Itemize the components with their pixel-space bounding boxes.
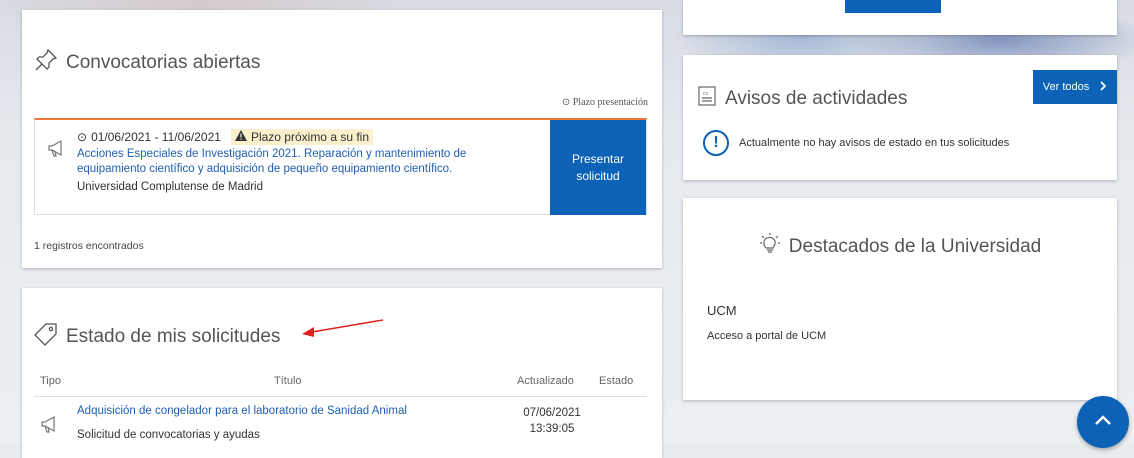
megaphone-icon bbox=[47, 138, 67, 163]
column-header-tipo: Tipo bbox=[40, 375, 61, 387]
ucm-portal-link[interactable]: Acceso a portal de UCM bbox=[707, 330, 826, 342]
convocatoria-title-link[interactable]: Acciones Especiales de Investigación 202… bbox=[77, 147, 547, 177]
convocatoria-item: ⊙ 01/06/2021 - 11/06/2021 Plazo próximo … bbox=[34, 118, 647, 215]
clock-icon: ⊙ bbox=[561, 97, 571, 108]
table-divider bbox=[34, 396, 647, 397]
estado-header: Estado de mis solicitudes bbox=[34, 322, 280, 352]
estado-solicitudes-card: Estado de mis solicitudes Tipo Título Ac… bbox=[22, 288, 662, 458]
document-icon: cv bbox=[697, 85, 717, 113]
section-title: Estado de mis solicitudes bbox=[66, 326, 281, 347]
clock-icon: ⊙ bbox=[77, 130, 88, 144]
destacados-card: Destacados de la Universidad UCM Acceso … bbox=[683, 198, 1117, 400]
svg-text:cv: cv bbox=[703, 91, 709, 97]
pin-icon bbox=[34, 48, 58, 78]
solicitud-type: Solicitud de convocatorias y ayudas bbox=[77, 429, 260, 441]
plazo-header: ⊙ Plazo presentación bbox=[561, 97, 648, 108]
destacado-item-title: UCM bbox=[707, 303, 737, 318]
convocatoria-dates: ⊙ 01/06/2021 - 11/06/2021 Plazo próximo … bbox=[77, 129, 374, 145]
tag-icon bbox=[34, 322, 58, 352]
convocatorias-card: Convocatorias abiertas ⊙ Plazo presentac… bbox=[22, 10, 662, 268]
avisos-header: cv Avisos de actividades bbox=[697, 85, 907, 113]
destacados-header: Destacados de la Universidad bbox=[683, 232, 1117, 262]
destacados-title: Destacados de la Universidad bbox=[788, 236, 1042, 257]
lightbulb-icon bbox=[759, 232, 781, 262]
top-partial-card bbox=[683, 0, 1117, 35]
column-header-estado: Estado bbox=[599, 375, 634, 387]
solicitud-title-link[interactable]: Adquisición de congelador para el labora… bbox=[77, 405, 407, 417]
exclamation-icon: ! bbox=[703, 130, 729, 156]
page-title: Convocatorias abiertas bbox=[66, 52, 261, 73]
chevron-up-icon bbox=[1094, 413, 1112, 431]
scroll-top-button[interactable] bbox=[1077, 396, 1129, 448]
column-header-titulo: Título bbox=[274, 375, 302, 387]
warning-badge: Plazo próximo a su fin bbox=[230, 129, 374, 145]
avisos-title: Avisos de actividades bbox=[725, 88, 908, 109]
avisos-message: ! Actualmente no hay avisos de estado en… bbox=[703, 130, 1009, 156]
ver-todos-button[interactable]: Ver todos bbox=[1033, 70, 1117, 104]
warning-icon bbox=[234, 130, 247, 144]
megaphone-icon bbox=[40, 414, 60, 439]
convocatorias-header: Convocatorias abiertas bbox=[34, 48, 260, 78]
column-header-actualizado: Actualizado bbox=[517, 375, 574, 387]
top-partial-button[interactable] bbox=[845, 0, 941, 13]
records-count: 1 registros encontrados bbox=[34, 240, 144, 252]
avisos-card: cv Avisos de actividades Ver todos ! Act… bbox=[683, 55, 1117, 180]
presentar-solicitud-button[interactable]: Presentar solicitud bbox=[550, 120, 646, 215]
solicitud-updated: 07/06/2021 13:39:05 bbox=[523, 407, 581, 435]
chevron-right-icon bbox=[1099, 80, 1107, 94]
convocatoria-organization: Universidad Complutense de Madrid bbox=[77, 181, 264, 193]
